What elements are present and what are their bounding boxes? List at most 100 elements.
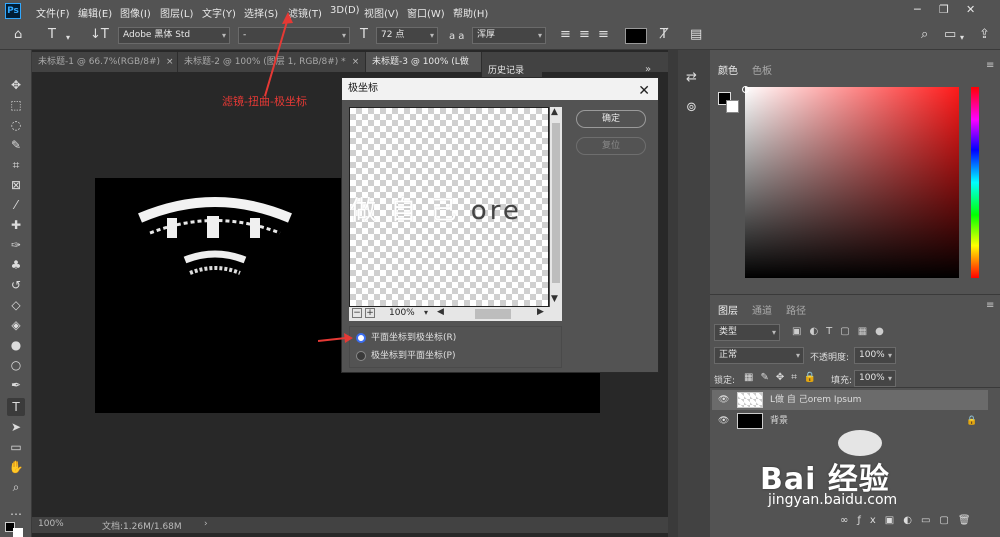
- move-tool-icon[interactable]: ✥: [7, 76, 25, 94]
- tab-document-1[interactable]: 未标题-1 @ 66.7%(RGB/8#) ×: [32, 52, 178, 72]
- menu-edit[interactable]: 编辑(E): [78, 5, 112, 20]
- font-family-select[interactable]: Adobe 黑体 Std ▾: [118, 27, 230, 44]
- chevron-down-icon[interactable]: ▾: [424, 308, 428, 317]
- tab-paths[interactable]: 路径: [786, 302, 806, 317]
- align-left-icon[interactable]: ≡: [560, 28, 571, 42]
- arrow-left-icon[interactable]: ◀: [437, 307, 444, 317]
- layer-row[interactable]: 👁 L做 自 己orem Ipsum: [712, 390, 988, 410]
- antialias-select[interactable]: 浑厚 ▾: [472, 27, 546, 44]
- preview-vertical-scrollbar[interactable]: ▲ ▼: [550, 107, 562, 307]
- lock-icons[interactable]: ▦✎✥⌗🔒: [744, 372, 823, 383]
- opacity-input[interactable]: 100% ▾: [854, 347, 896, 364]
- eyedropper-tool-icon[interactable]: ⁄: [7, 196, 25, 214]
- menu-view[interactable]: 视图(V): [364, 5, 399, 20]
- share-icon[interactable]: ⇪: [979, 28, 990, 42]
- restore-icon[interactable]: ❐: [939, 3, 949, 16]
- font-size-select[interactable]: 72 点 ▾: [376, 27, 438, 44]
- home-icon[interactable]: ⌂: [14, 28, 22, 42]
- arrow-down-icon[interactable]: ▼: [551, 294, 558, 304]
- text-orientation-icon[interactable]: ↓T: [90, 28, 109, 42]
- eraser-tool-icon[interactable]: ◇: [7, 296, 25, 314]
- tab-swatches[interactable]: 色板: [752, 62, 772, 77]
- color-picker-field[interactable]: [745, 87, 959, 278]
- hue-slider[interactable]: [971, 87, 979, 278]
- background-color-swatch[interactable]: [13, 528, 23, 537]
- zoom-tool-icon[interactable]: ⌕: [7, 478, 25, 496]
- horizontal-scroll-thumb[interactable]: [475, 309, 511, 319]
- stamp-tool-icon[interactable]: ♣: [7, 256, 25, 274]
- menu-3d[interactable]: 3D(D): [330, 5, 360, 16]
- search-icon[interactable]: ⌕: [921, 28, 928, 42]
- zoom-in-icon[interactable]: +: [365, 308, 375, 318]
- quick-select-tool-icon[interactable]: ✎: [7, 136, 25, 154]
- more-tools-icon[interactable]: …: [7, 502, 25, 520]
- close-icon[interactable]: ✕: [638, 80, 650, 102]
- visibility-eye-icon[interactable]: 👁: [718, 390, 729, 410]
- warp-text-icon[interactable]: Ⱦ: [660, 28, 668, 42]
- blur-tool-icon[interactable]: ●: [7, 336, 25, 354]
- close-window-icon[interactable]: ✕: [966, 3, 975, 16]
- workspace-icon[interactable]: ▭: [944, 28, 956, 42]
- layer-actions-icons[interactable]: ∞ƒx▣◐▭▢🗑: [840, 515, 980, 526]
- tab-document-3[interactable]: 未标题-3 @ 100% (L做: [366, 52, 482, 72]
- tab-layers[interactable]: 图层: [718, 302, 738, 317]
- radio-polar-to-rect[interactable]: 极坐标到平面坐标(P): [356, 348, 556, 364]
- tab-channels[interactable]: 通道: [752, 302, 772, 317]
- text-color-swatch[interactable]: [625, 28, 647, 44]
- minimize-icon[interactable]: ─: [914, 3, 921, 16]
- chevron-down-icon[interactable]: ▾: [66, 31, 70, 45]
- menu-layer[interactable]: 图层(L): [160, 5, 193, 20]
- panel-menu-icon[interactable]: ≡: [986, 60, 994, 71]
- ok-button[interactable]: 确定: [576, 110, 646, 128]
- zoom-out-icon[interactable]: −: [352, 308, 362, 318]
- align-right-icon[interactable]: ≡: [598, 28, 609, 42]
- lock-icon: 🔒: [966, 416, 978, 426]
- menu-file[interactable]: 文件(F): [36, 5, 70, 20]
- hand-tool-icon[interactable]: ✋: [7, 458, 25, 476]
- document-size[interactable]: 文档:1.26M/1.68M: [102, 519, 182, 532]
- background-color-swatch[interactable]: [726, 100, 739, 113]
- layer-filter-select[interactable]: 类型 ▾: [714, 324, 780, 341]
- lasso-tool-icon[interactable]: ◌: [7, 116, 25, 134]
- zoom-level[interactable]: 100%: [38, 519, 64, 529]
- brush-tool-icon[interactable]: ✑: [7, 236, 25, 254]
- rectangle-tool-icon[interactable]: ▭: [7, 438, 25, 456]
- history-brush-tool-icon[interactable]: ↺: [7, 276, 25, 294]
- healing-brush-tool-icon[interactable]: ✚: [7, 216, 25, 234]
- menu-image[interactable]: 图像(I): [120, 5, 151, 20]
- blend-mode-select[interactable]: 正常 ▾: [714, 347, 804, 364]
- frame-tool-icon[interactable]: ⊠: [7, 176, 25, 194]
- menu-window[interactable]: 窗口(W): [407, 5, 445, 20]
- pen-tool-icon[interactable]: ✒: [7, 376, 25, 394]
- reset-button[interactable]: 复位: [576, 137, 646, 155]
- menu-type[interactable]: 文字(Y): [202, 5, 236, 20]
- filter-preview[interactable]: 做 自 己 ore: [349, 107, 549, 307]
- dodge-tool-icon[interactable]: ○: [7, 356, 25, 374]
- tab-color[interactable]: 颜色: [718, 62, 738, 77]
- color-picker-cursor[interactable]: [742, 86, 749, 93]
- character-panel-icon[interactable]: ▤: [690, 28, 702, 42]
- layer-row[interactable]: 👁 背景 🔒: [712, 411, 988, 431]
- arrow-right-icon[interactable]: ▶: [537, 307, 544, 317]
- properties-icon[interactable]: ⇄: [686, 70, 697, 85]
- panel-menu-icon[interactable]: ≡: [986, 300, 994, 311]
- scroll-thumb[interactable]: [552, 123, 560, 283]
- fill-input[interactable]: 100% ▾: [854, 370, 896, 387]
- type-tool-icon[interactable]: T: [7, 398, 25, 416]
- radio-rect-to-polar[interactable]: 平面坐标到极坐标(R): [356, 330, 556, 346]
- crop-tool-icon[interactable]: ⌗: [7, 156, 25, 174]
- chevron-right-icon[interactable]: ›: [204, 519, 208, 529]
- collapse-arrows-icon[interactable]: »: [645, 64, 651, 75]
- path-select-tool-icon[interactable]: ➤: [7, 418, 25, 436]
- chevron-down-icon[interactable]: ▾: [960, 31, 964, 45]
- layer-filter-icons[interactable]: ▣◐T▢▦●: [792, 326, 892, 337]
- visibility-eye-icon[interactable]: 👁: [718, 411, 729, 431]
- marquee-tool-icon[interactable]: ⬚: [7, 96, 25, 114]
- adjustments-icon[interactable]: ⊚: [686, 100, 697, 115]
- text-tool-preset-icon[interactable]: T: [48, 28, 56, 42]
- paint-bucket-tool-icon[interactable]: ◈: [7, 316, 25, 334]
- panel-divider[interactable]: [668, 50, 678, 537]
- align-center-icon[interactable]: ≡: [579, 28, 590, 42]
- menu-help[interactable]: 帮助(H): [453, 5, 488, 20]
- arrow-up-icon[interactable]: ▲: [551, 107, 558, 117]
